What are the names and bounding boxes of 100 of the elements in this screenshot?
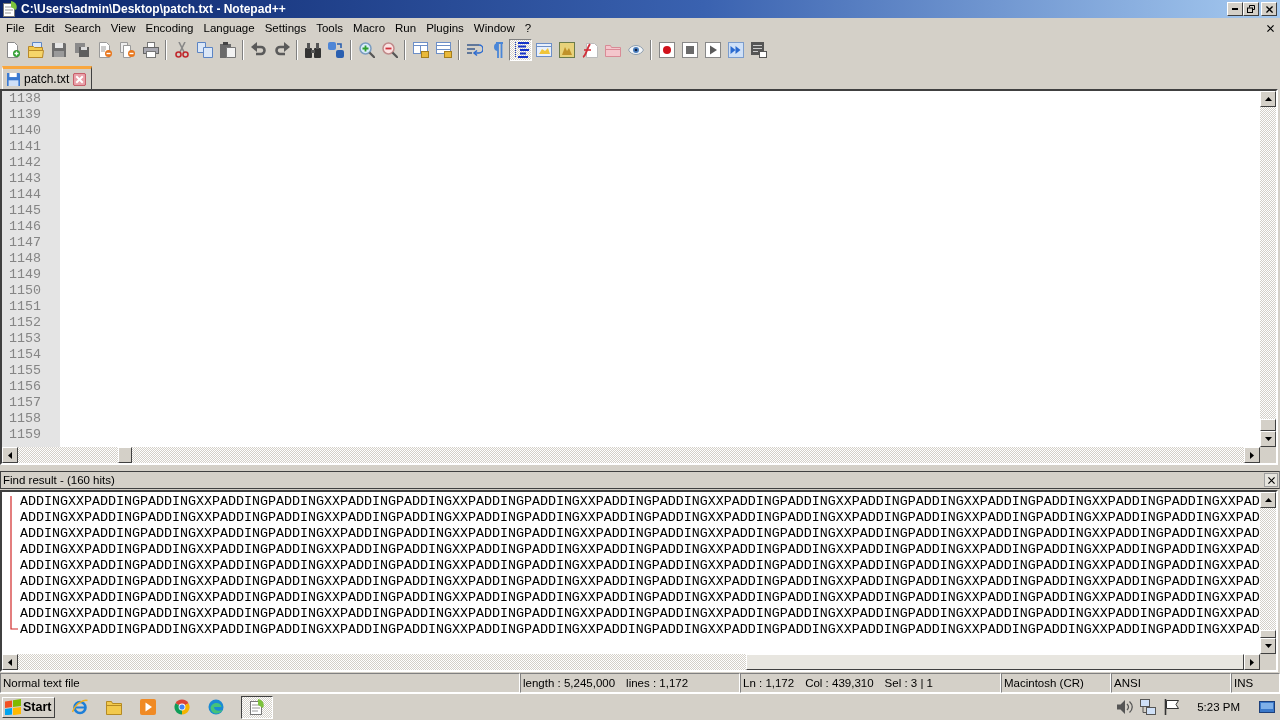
- play-tile-icon[interactable]: [140, 699, 156, 715]
- menu-item[interactable]: Macro: [348, 19, 391, 37]
- status-text: Sel : 3 | 1: [884, 677, 933, 689]
- line-number: 1151: [8, 299, 42, 315]
- result-line[interactable]: ADDINGXXPADDINGPADDINGXXPADDINGPADDINGXXPADDINGPADDINGXXPADDINGPADDINGXXPADDINGPADDINGXXPADDINGPADDINGXXPADDINGPADDINGXXPADDINGPADDINGXXPADDINGPADDINGXXPAD: [20, 622, 1260, 638]
- restore-button[interactable]: [1243, 2, 1259, 16]
- menu-item[interactable]: File: [1, 19, 30, 37]
- scroll-right-button[interactable]: [1244, 654, 1260, 670]
- status-text: ANSI: [1114, 677, 1141, 689]
- circle-logo-icon[interactable]: [174, 699, 190, 715]
- menu-item[interactable]: ?: [519, 19, 537, 37]
- status-text: Ln : 1,172: [743, 677, 795, 689]
- scroll-thumb[interactable]: [118, 447, 132, 463]
- line-number: 1141: [8, 139, 42, 155]
- stop-icon: [681, 42, 698, 58]
- network-icon[interactable]: [1140, 699, 1157, 715]
- menu-item[interactable]: Run: [390, 19, 422, 37]
- line-number: 1149: [8, 267, 42, 283]
- menu-item[interactable]: Encoding: [140, 19, 199, 37]
- start-button[interactable]: Start: [2, 696, 55, 718]
- line-number: 1154: [8, 347, 42, 363]
- left-arrow-icon: [8, 451, 12, 459]
- close-icon[interactable]: [1267, 24, 1274, 32]
- scroll-down-button[interactable]: [1260, 431, 1276, 447]
- list-page-icon: [750, 42, 767, 58]
- printer-icon: [142, 42, 159, 58]
- window-picture-icon: [535, 42, 552, 58]
- menu-item[interactable]: Tools: [311, 19, 349, 37]
- line-number: 1139: [8, 107, 42, 123]
- undo-arrow-icon: [250, 42, 267, 58]
- result-line[interactable]: ADDINGXXPADDINGPADDINGXXPADDINGPADDINGXXPADDINGPADDINGXXPADDINGPADDINGXXPADDINGPADDINGXXPADDINGPADDINGXXPADDINGPADDINGXXPADDINGPADDINGXXPADDINGPADDINGXXPAD: [20, 590, 1260, 606]
- horizontal-scrollbar[interactable]: [2, 447, 1260, 463]
- result-line[interactable]: ADDINGXXPADDINGPADDINGXXPADDINGPADDINGXXPADDINGPADDINGXXPADDINGPADDINGXXPADDINGPADDINGXXPADDINGPADDINGXXPADDINGPADDINGXXPADDINGPADDINGXXPADDINGPADDINGXXPAD: [20, 494, 1260, 510]
- scroll-thumb[interactable]: [1260, 419, 1276, 431]
- scroll-left-button[interactable]: [2, 447, 18, 463]
- record-icon: [658, 42, 675, 58]
- page-minus-icon: [96, 42, 113, 58]
- clipboard-icon: [219, 42, 236, 58]
- fast-forward-icon: [727, 42, 744, 58]
- close-icon: [1267, 476, 1275, 484]
- flag-icon[interactable]: [1163, 699, 1180, 715]
- line-number: 1159: [8, 427, 42, 443]
- split-window-icon: [435, 42, 452, 58]
- scroll-down-button[interactable]: [1260, 638, 1276, 654]
- close-panel-button[interactable]: [1264, 473, 1278, 487]
- vertical-scrollbar[interactable]: [1260, 91, 1276, 447]
- result-line[interactable]: ADDINGXXPADDINGPADDINGXXPADDINGPADDINGXXPADDINGPADDINGXXPADDINGPADDINGXXPADDINGPADDINGXXPADDINGPADDINGXXPADDINGPADDINGXXPADDINGPADDINGXXPADDINGPADDINGXXPAD: [20, 606, 1260, 622]
- scroll-up-button[interactable]: [1260, 492, 1276, 508]
- menu-item[interactable]: Edit: [29, 19, 60, 37]
- scroll-thumb[interactable]: [1260, 630, 1276, 638]
- scroll-thumb[interactable]: [746, 654, 1244, 670]
- panel-title: Find result - (160 hits): [3, 474, 115, 486]
- magnifier-minus-icon: [381, 42, 398, 58]
- close-button[interactable]: [1261, 2, 1277, 16]
- open-folder-icon: [27, 42, 44, 58]
- menu-item[interactable]: View: [105, 19, 141, 37]
- scroll-left-button[interactable]: [2, 654, 18, 670]
- file-tab[interactable]: patch.txt: [2, 66, 93, 89]
- ring-logo-icon[interactable]: [72, 699, 88, 715]
- taskbar-app-button[interactable]: [241, 695, 273, 719]
- menu-item[interactable]: Search: [59, 19, 106, 37]
- scroll-right-button[interactable]: [1244, 447, 1260, 463]
- line-number: 1143: [8, 171, 42, 187]
- menu-item[interactable]: Settings: [259, 19, 312, 37]
- line-number: 1152: [8, 315, 42, 331]
- menu-item[interactable]: Language: [198, 19, 260, 37]
- down-arrow-icon: [1264, 437, 1272, 441]
- up-arrow-icon: [1264, 97, 1272, 101]
- speaker-icon[interactable]: [1117, 699, 1134, 715]
- split-window-icon: [412, 42, 429, 58]
- line-number: 1153: [8, 331, 42, 347]
- result-line[interactable]: ADDINGXXPADDINGPADDINGXXPADDINGPADDINGXXPADDINGPADDINGXXPADDINGPADDINGXXPADDINGPADDINGXXPADDINGPADDINGXXPADDINGPADDINGXXPADDINGPADDINGXXPADDINGPADDINGXXPAD: [20, 526, 1260, 542]
- left-arrow-icon: [8, 658, 12, 666]
- copy-icon: [196, 42, 213, 58]
- horizontal-scrollbar[interactable]: [2, 654, 1260, 670]
- windows-flag-icon: [5, 699, 21, 715]
- status-text: Macintosh (CR): [1004, 677, 1084, 689]
- squares-arrow-icon: [327, 42, 344, 58]
- result-line[interactable]: ADDINGXXPADDINGPADDINGXXPADDINGPADDINGXXPADDINGPADDINGXXPADDINGPADDINGXXPADDINGPADDINGXXPADDINGPADDINGXXPADDINGPADDINGXXPADDINGPADDINGXXPADDINGPADDINGXXPAD: [20, 542, 1260, 558]
- result-line[interactable]: ADDINGXXPADDINGPADDINGXXPADDINGPADDINGXXPADDINGPADDINGXXPADDINGPADDINGXXPADDINGPADDINGXXPADDINGPADDINGXXPADDINGPADDINGXXPADDINGPADDINGXXPADDINGPADDINGXXPAD: [20, 558, 1260, 574]
- vertical-scrollbar[interactable]: [1260, 492, 1276, 654]
- menu-item[interactable]: Window: [468, 19, 520, 37]
- line-number: 1138: [8, 91, 42, 107]
- minimize-button[interactable]: [1227, 2, 1243, 16]
- scroll-up-button[interactable]: [1260, 91, 1276, 107]
- folder-icon: [604, 42, 621, 58]
- redo-arrow-icon: [273, 42, 290, 58]
- show-desktop-icon[interactable]: [1259, 699, 1275, 715]
- status-text: Normal text file: [3, 677, 80, 689]
- wrap-lines-icon: [466, 42, 483, 58]
- result-line[interactable]: ADDINGXXPADDINGPADDINGXXPADDINGPADDINGXXPADDINGPADDINGXXPADDINGPADDINGXXPADDINGPADDINGXXPADDINGPADDINGXXPADDINGPADDINGXXPADDINGPADDINGXXPADDINGPADDINGXXPAD: [20, 510, 1260, 526]
- toolbar-button[interactable]: [509, 39, 532, 61]
- menu-item[interactable]: Plugins: [421, 19, 469, 37]
- fold-line-icon: [10, 496, 18, 630]
- eye-icon: [627, 42, 644, 58]
- line-number: 1155: [8, 363, 42, 379]
- notepad-icon: [2, 1, 18, 17]
- minimize-icon: [1232, 8, 1238, 10]
- restore-icon: [1247, 5, 1255, 13]
- result-line[interactable]: ADDINGXXPADDINGPADDINGXXPADDINGPADDINGXXPADDINGPADDINGXXPADDINGPADDINGXXPADDINGPADDINGXXPADDINGPADDINGXXPADDINGPADDINGXXPADDINGPADDINGXXPADDINGPADDINGXXPAD: [20, 574, 1260, 590]
